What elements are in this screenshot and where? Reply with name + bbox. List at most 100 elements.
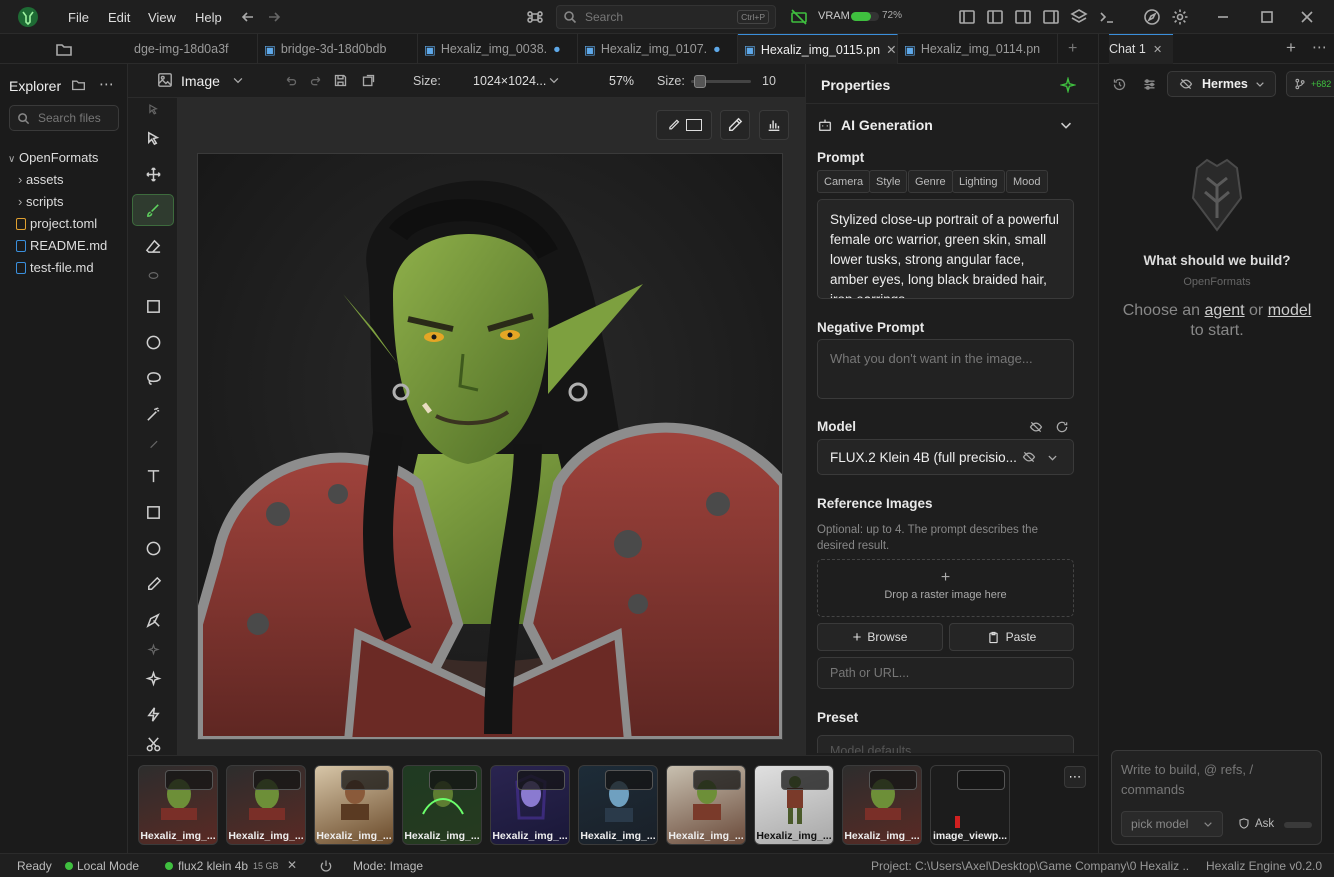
- chip-lighting[interactable]: Lighting: [952, 170, 1005, 193]
- chip-camera[interactable]: Camera: [817, 170, 871, 193]
- thumbnail[interactable]: Hexaliz_img_...: [490, 765, 570, 845]
- layout-split-icon[interactable]: [986, 8, 1004, 26]
- thumbnail-actions[interactable]: [781, 770, 829, 790]
- close-window-icon[interactable]: [1298, 8, 1316, 26]
- undo-icon[interactable]: [283, 73, 298, 88]
- chat-input-box[interactable]: Write to build, @ refs, / commands pick …: [1111, 750, 1322, 845]
- ai-generation-header[interactable]: AI Generation: [841, 117, 933, 133]
- thumbnail-actions[interactable]: [253, 770, 301, 790]
- branch-badge[interactable]: +682: [1286, 71, 1334, 97]
- chevron-down-icon[interactable]: [231, 73, 245, 87]
- mode-select[interactable]: Image: [181, 73, 220, 89]
- thumbnail-actions[interactable]: [869, 770, 917, 790]
- gear-icon[interactable]: [1171, 8, 1189, 26]
- scissors-tool[interactable]: [132, 734, 174, 754]
- thumbnail-actions[interactable]: [429, 770, 477, 790]
- chevron-down-icon[interactable]: [1058, 117, 1074, 133]
- layout-left-icon[interactable]: [958, 8, 976, 26]
- ellipse-tool[interactable]: [132, 532, 174, 564]
- tab-img-0114[interactable]: ▣ Hexaliz_img_0114.pn: [898, 34, 1058, 64]
- zoom-level[interactable]: 57%: [609, 74, 634, 88]
- export-icon[interactable]: [361, 73, 376, 88]
- thumbnail[interactable]: Hexaliz_img_...: [578, 765, 658, 845]
- model-link[interactable]: model: [1268, 302, 1312, 319]
- maximize-icon[interactable]: [1258, 8, 1276, 26]
- close-tab-icon[interactable]: ✕: [1153, 43, 1162, 56]
- thumbnail-actions[interactable]: [517, 770, 565, 790]
- more-options-icon[interactable]: ⋯: [1312, 38, 1327, 56]
- thumbnail[interactable]: Hexaliz_img_...: [314, 765, 394, 845]
- ai-sparkle-icon[interactable]: [1060, 77, 1076, 93]
- new-chat-icon[interactable]: +: [1286, 38, 1296, 58]
- unload-model-icon[interactable]: ✕: [287, 858, 297, 872]
- tree-file-readme[interactable]: README.md: [16, 238, 107, 253]
- ellipse-select-tool[interactable]: [132, 326, 174, 358]
- pen-tool[interactable]: [132, 604, 174, 636]
- path-url-input[interactable]: Path or URL...: [817, 657, 1074, 689]
- brush-tool[interactable]: [132, 194, 174, 226]
- thumbnail[interactable]: image_viewp...: [930, 765, 1010, 845]
- layout-right-icon[interactable]: [1014, 8, 1032, 26]
- preset-select[interactable]: Model defaults: [817, 735, 1074, 753]
- refresh-icon[interactable]: [1055, 420, 1069, 434]
- ai-generate-tool[interactable]: [132, 662, 174, 694]
- brush-preview-button[interactable]: [656, 110, 712, 140]
- tab-img-0038[interactable]: ▣ Hexaliz_img_0038. ●: [418, 34, 578, 64]
- filmstrip-more-button[interactable]: ⋯: [1064, 766, 1086, 788]
- layout-panel-icon[interactable]: [1042, 8, 1060, 26]
- slider-handle[interactable]: [694, 75, 706, 88]
- status-project-path[interactable]: Project: C:\Users\Axel\Desktop\Game Comp…: [871, 859, 1189, 873]
- more-options-icon[interactable]: ⋯: [99, 75, 114, 93]
- histogram-button[interactable]: [759, 110, 789, 140]
- thumbnail-actions[interactable]: [341, 770, 389, 790]
- status-model-name[interactable]: flux2 klein 4b: [178, 859, 248, 873]
- status-local-mode[interactable]: Local Mode: [77, 859, 139, 873]
- tree-file-test[interactable]: test-file.md: [16, 260, 94, 275]
- agent-select[interactable]: Hermes: [1167, 71, 1276, 97]
- tree-file-project-toml[interactable]: project.toml: [16, 216, 97, 231]
- new-tab-icon[interactable]: +: [1068, 40, 1077, 58]
- quick-action-tool[interactable]: [132, 698, 174, 730]
- redo-icon[interactable]: [309, 73, 324, 88]
- chip-style[interactable]: Style: [869, 170, 908, 193]
- agent-link[interactable]: agent: [1205, 302, 1245, 319]
- ai-group-icon[interactable]: [132, 638, 174, 660]
- tree-folder-assets[interactable]: › assets: [18, 172, 64, 187]
- thumbnail-actions[interactable]: [605, 770, 653, 790]
- ask-mode-toggle[interactable]: Ask: [1238, 817, 1274, 830]
- tab-img-0107[interactable]: ▣ Hexaliz_img_0107. ●: [578, 34, 738, 64]
- tree-folder-scripts[interactable]: › scripts: [18, 194, 64, 209]
- menu-view[interactable]: View: [148, 10, 176, 25]
- power-icon[interactable]: [319, 859, 333, 873]
- rectangle-tool[interactable]: [132, 496, 174, 528]
- chip-mood[interactable]: Mood: [1006, 170, 1048, 193]
- canvas-image[interactable]: [197, 153, 783, 740]
- chevron-down-icon[interactable]: [547, 73, 561, 87]
- send-button[interactable]: [1284, 822, 1312, 828]
- pick-model-select[interactable]: pick model: [1121, 811, 1223, 837]
- text-tool[interactable]: [132, 460, 174, 492]
- thumbnail[interactable]: Hexaliz_img_...: [754, 765, 834, 845]
- menu-help[interactable]: Help: [195, 10, 222, 25]
- brush-size-slider[interactable]: [691, 75, 751, 88]
- command-icon[interactable]: [526, 8, 544, 26]
- compass-icon[interactable]: [1143, 8, 1161, 26]
- select-group-icon[interactable]: [132, 98, 174, 120]
- thumbnail[interactable]: Hexaliz_img_...: [226, 765, 306, 845]
- eyedropper-button[interactable]: [720, 110, 750, 140]
- layers-icon[interactable]: [1070, 8, 1088, 26]
- brush-size-value[interactable]: 10: [762, 74, 776, 88]
- visibility-off-icon[interactable]: [1029, 420, 1043, 434]
- thumbnail[interactable]: Hexaliz_img_...: [842, 765, 922, 845]
- folder-icon[interactable]: [55, 40, 73, 58]
- tree-root[interactable]: ∨ OpenFormats: [8, 150, 98, 165]
- image-drop-zone[interactable]: + Drop a raster image here: [817, 559, 1074, 617]
- rect-select-tool[interactable]: [132, 290, 174, 322]
- new-folder-icon[interactable]: [71, 77, 86, 92]
- eraser-tool[interactable]: [132, 230, 174, 262]
- magic-wand-tool[interactable]: [132, 398, 174, 430]
- thumbnail[interactable]: Hexaliz_img_...: [402, 765, 482, 845]
- pencil-tool[interactable]: [132, 568, 174, 600]
- move-tool[interactable]: [132, 158, 174, 190]
- paste-button[interactable]: Paste: [949, 623, 1074, 651]
